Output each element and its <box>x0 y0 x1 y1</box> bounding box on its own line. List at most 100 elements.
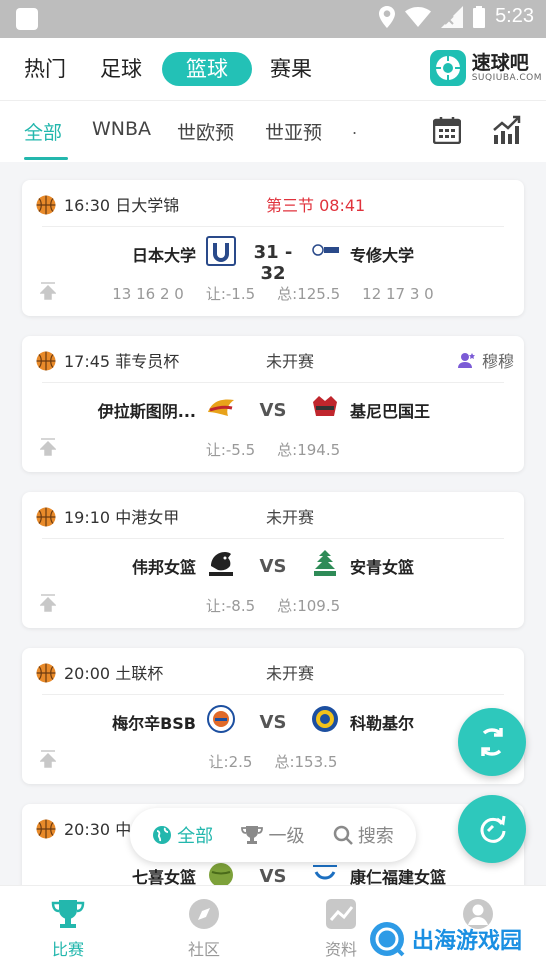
match-card[interactable]: 20:00 土联杯 未开赛 梅尔辛BSB VS 科勒基尔 让:2.5 总:153.… <box>22 648 524 784</box>
app-notification-icon <box>16 8 38 30</box>
total: 总:125.5 <box>277 285 341 303</box>
match-status: 未开赛 <box>266 508 315 527</box>
basketball-icon <box>36 663 56 683</box>
away-team-logo <box>314 550 336 576</box>
home-quarter-scores: 13 16 2 0 <box>112 285 184 303</box>
status-time: 5:23 <box>495 5 534 27</box>
subtab-wnba[interactable]: WNBA <box>92 118 151 140</box>
total: 总:153.5 <box>274 753 338 771</box>
watermark: 出海游戏园 <box>368 920 522 958</box>
divider <box>42 538 504 539</box>
home-team-logo <box>208 399 234 416</box>
handicap: 让:-8.5 <box>205 597 256 615</box>
tab-results[interactable]: 赛果 <box>270 52 312 86</box>
expert-name: 穆穆 <box>481 352 514 371</box>
match-card[interactable]: 17:45 菲专员杯 未开赛 穆穆 伊拉斯图阴... VS 基尼巴国王 让:-5… <box>22 336 524 472</box>
search-icon <box>333 825 353 845</box>
match-time-league: 16:30 日大学锦 <box>64 196 180 215</box>
brand-name: 速球吧 <box>471 52 529 74</box>
home-team-logo <box>206 236 236 266</box>
divider <box>42 226 504 227</box>
status-bar: 5:23 <box>0 0 546 38</box>
battery-icon <box>473 5 486 28</box>
trend-chart-icon[interactable] <box>492 115 522 145</box>
basketball-icon <box>36 507 56 527</box>
tab-hot[interactable]: 热门 <box>24 52 66 86</box>
handicap: 让:-1.5 <box>205 285 256 303</box>
match-time-league: 17:45 菲专员杯 <box>64 352 180 371</box>
handicap: 让:-5.5 <box>205 441 256 459</box>
home-team: 伟邦女篮 <box>131 558 196 577</box>
subtab-more[interactable]: . <box>352 119 357 138</box>
subtab-all[interactable]: 全部 <box>24 118 62 145</box>
away-team: 科勒基尔 <box>350 714 415 733</box>
active-tab-indicator <box>24 157 68 160</box>
basketball-icon <box>36 819 56 839</box>
versus-label: VS <box>259 866 287 887</box>
total: 总:109.5 <box>277 597 341 615</box>
trophy-icon <box>51 900 85 928</box>
away-team: 基尼巴国王 <box>350 402 431 421</box>
match-status-live: 第三节 08:41 <box>266 196 366 215</box>
signal-icon <box>441 5 464 28</box>
odds-line: 13 16 2 0 让:-1.5 总:125.5 12 17 3 0 <box>22 283 524 304</box>
watermark-text: 出海游戏园 <box>412 929 523 954</box>
expert-tag[interactable]: 穆穆 <box>457 348 514 372</box>
home-team-logo <box>209 552 233 576</box>
bottom-nav-matches-label: 比赛 <box>51 940 84 959</box>
wifi-icon <box>405 6 432 27</box>
divider <box>42 694 504 695</box>
home-team: 日本大学 <box>131 246 196 265</box>
filter-all[interactable]: 全部 <box>152 822 213 848</box>
match-time-league: 20:30 中 <box>64 820 132 839</box>
filter-search-label: 搜索 <box>357 826 394 847</box>
away-team-logo <box>313 396 337 416</box>
versus-label: VS <box>259 400 287 421</box>
away-quarter-scores: 12 17 3 0 <box>362 285 434 303</box>
filter-all-label: 全部 <box>177 826 214 847</box>
match-status: 未开赛 <box>266 352 315 371</box>
timer-refresh-icon <box>480 815 506 843</box>
refresh-icon <box>481 728 503 756</box>
filter-tier-one-label: 一级 <box>268 826 305 847</box>
handicap: 让:2.5 <box>208 753 253 771</box>
home-team-logo <box>207 705 235 733</box>
bottom-nav-matches[interactable]: 比赛 <box>28 898 108 960</box>
home-team: 梅尔辛BSB <box>112 714 196 733</box>
tab-football[interactable]: 足球 <box>100 52 142 86</box>
basketball-icon <box>36 351 56 371</box>
brand-domain: SUQIUBA.COM <box>471 73 542 83</box>
filter-tier-one[interactable]: 一级 <box>241 822 304 848</box>
odds-line: 让:-8.5 总:109.5 <box>22 595 524 616</box>
subtab-asia-qualifier[interactable]: 世亚预 <box>265 118 322 145</box>
match-card[interactable]: 19:10 中港女甲 未开赛 伟邦女篮 VS 安青女篮 让:-8.5 总:109.… <box>22 492 524 628</box>
compass-icon <box>189 899 219 929</box>
top-nav: 热门 足球 篮球 赛果 速球吧 SUQIUBA.COM <box>0 38 546 100</box>
match-time-league: 19:10 中港女甲 <box>64 508 180 527</box>
tab-basketball[interactable]: 篮球 <box>162 52 252 86</box>
match-score: 31 - 32 <box>253 242 293 284</box>
globe-icon <box>153 826 172 844</box>
bottom-nav-data-label: 资料 <box>324 940 357 959</box>
watermark-logo-icon <box>370 922 405 957</box>
home-team: 伊拉斯图阴... <box>97 402 196 421</box>
quick-action-button[interactable] <box>458 795 526 863</box>
away-team-logo <box>312 706 338 732</box>
calendar-icon[interactable] <box>433 116 461 144</box>
subtab-euro-qualifier[interactable]: 世欧预 <box>177 118 234 145</box>
refresh-button[interactable] <box>458 708 526 776</box>
match-time-league: 20:00 土联杯 <box>64 664 164 683</box>
versus-label: VS <box>259 556 287 577</box>
filter-search[interactable]: 搜索 <box>333 822 394 848</box>
data-chart-icon <box>326 899 356 929</box>
versus-label: VS <box>259 712 287 733</box>
brand-logo: 速球吧 SUQIUBA.COM <box>429 50 542 86</box>
trophy-icon <box>241 826 264 844</box>
location-icon <box>379 5 396 28</box>
bottom-nav-community[interactable]: 社区 <box>164 898 244 960</box>
total: 总:194.5 <box>277 441 341 459</box>
odds-line: 让:-5.5 总:194.5 <box>22 439 524 460</box>
match-card[interactable]: 16:30 日大学锦 第三节 08:41 日本大学 31 - 32 专修大学 1… <box>22 180 524 316</box>
divider <box>42 382 504 383</box>
user-expert-icon <box>457 353 475 368</box>
